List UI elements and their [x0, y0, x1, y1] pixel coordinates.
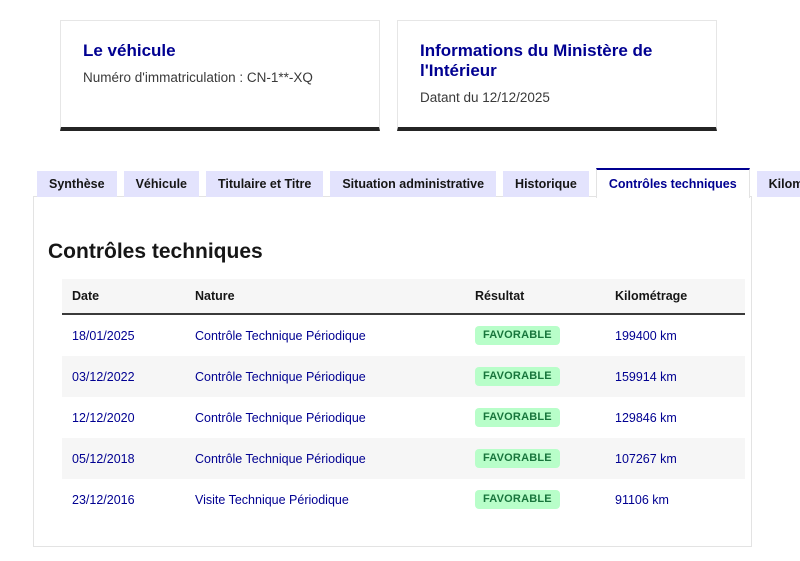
status-badge: FAVORABLE	[475, 326, 560, 345]
nature-cell: Contrôle Technique Périodique	[185, 314, 465, 356]
tab-synthese[interactable]: Synthèse	[37, 171, 117, 197]
kilometrage-cell: 107267 km	[605, 438, 745, 479]
table-row: 23/12/2016 Visite Technique Périodique F…	[62, 479, 745, 520]
column-header-nature: Nature	[185, 279, 465, 314]
table-row: 12/12/2020 Contrôle Technique Périodique…	[62, 397, 745, 438]
status-badge: FAVORABLE	[475, 490, 560, 509]
nature-cell: Visite Technique Périodique	[185, 479, 465, 520]
tab-bar: Synthèse Véhicule Titulaire et Titre Sit…	[33, 167, 752, 197]
summary-cards: Le véhicule Numéro d'immatriculation : C…	[60, 20, 717, 131]
kilometrage-cell: 129846 km	[605, 397, 745, 438]
nature-cell: Contrôle Technique Périodique	[185, 438, 465, 479]
ministry-info-card-title: Informations du Ministère de l'Intérieur	[420, 41, 694, 81]
table-header-row: Date Nature Résultat Kilométrage	[62, 279, 745, 314]
status-badge: FAVORABLE	[475, 449, 560, 468]
column-header-kilometrage: Kilométrage	[605, 279, 745, 314]
nature-cell: Contrôle Technique Périodique	[185, 356, 465, 397]
tab-historique[interactable]: Historique	[503, 171, 589, 197]
vehicle-card: Le véhicule Numéro d'immatriculation : C…	[60, 20, 380, 131]
tab-kilometrage[interactable]: Kilométrage	[757, 171, 800, 197]
tab-titulaire-et-titre[interactable]: Titulaire et Titre	[206, 171, 323, 197]
kilometrage-cell: 159914 km	[605, 356, 745, 397]
column-header-resultat: Résultat	[465, 279, 605, 314]
nature-cell: Contrôle Technique Périodique	[185, 397, 465, 438]
histovec-report-page: Le véhicule Numéro d'immatriculation : C…	[0, 0, 800, 561]
kilometrage-cell: 91106 km	[605, 479, 745, 520]
kilometrage-cell: 199400 km	[605, 314, 745, 356]
table-row: 03/12/2022 Contrôle Technique Périodique…	[62, 356, 745, 397]
tab-panel-controles-techniques: Contrôles techniques Date Nature Résulta…	[33, 196, 752, 547]
column-header-date: Date	[62, 279, 185, 314]
date-cell: 12/12/2020	[62, 397, 185, 438]
table-row: 18/01/2025 Contrôle Technique Périodique…	[62, 314, 745, 356]
date-cell: 23/12/2016	[62, 479, 185, 520]
vehicle-registration-number: Numéro d'immatriculation : CN-1**-XQ	[83, 70, 357, 85]
status-badge: FAVORABLE	[475, 367, 560, 386]
technical-controls-table: Date Nature Résultat Kilométrage 18/01/2…	[62, 279, 745, 520]
date-cell: 18/01/2025	[62, 314, 185, 356]
date-cell: 05/12/2018	[62, 438, 185, 479]
vehicle-card-title: Le véhicule	[83, 41, 357, 61]
ministry-info-card: Informations du Ministère de l'Intérieur…	[397, 20, 717, 131]
panel-title: Contrôles techniques	[48, 241, 731, 263]
ministry-info-date: Datant du 12/12/2025	[420, 90, 694, 105]
tab-controles-techniques[interactable]: Contrôles techniques	[596, 168, 750, 198]
status-badge: FAVORABLE	[475, 408, 560, 427]
date-cell: 03/12/2022	[62, 356, 185, 397]
tab-situation-administrative[interactable]: Situation administrative	[330, 171, 496, 197]
table-row: 05/12/2018 Contrôle Technique Périodique…	[62, 438, 745, 479]
tab-vehicule[interactable]: Véhicule	[124, 171, 199, 197]
